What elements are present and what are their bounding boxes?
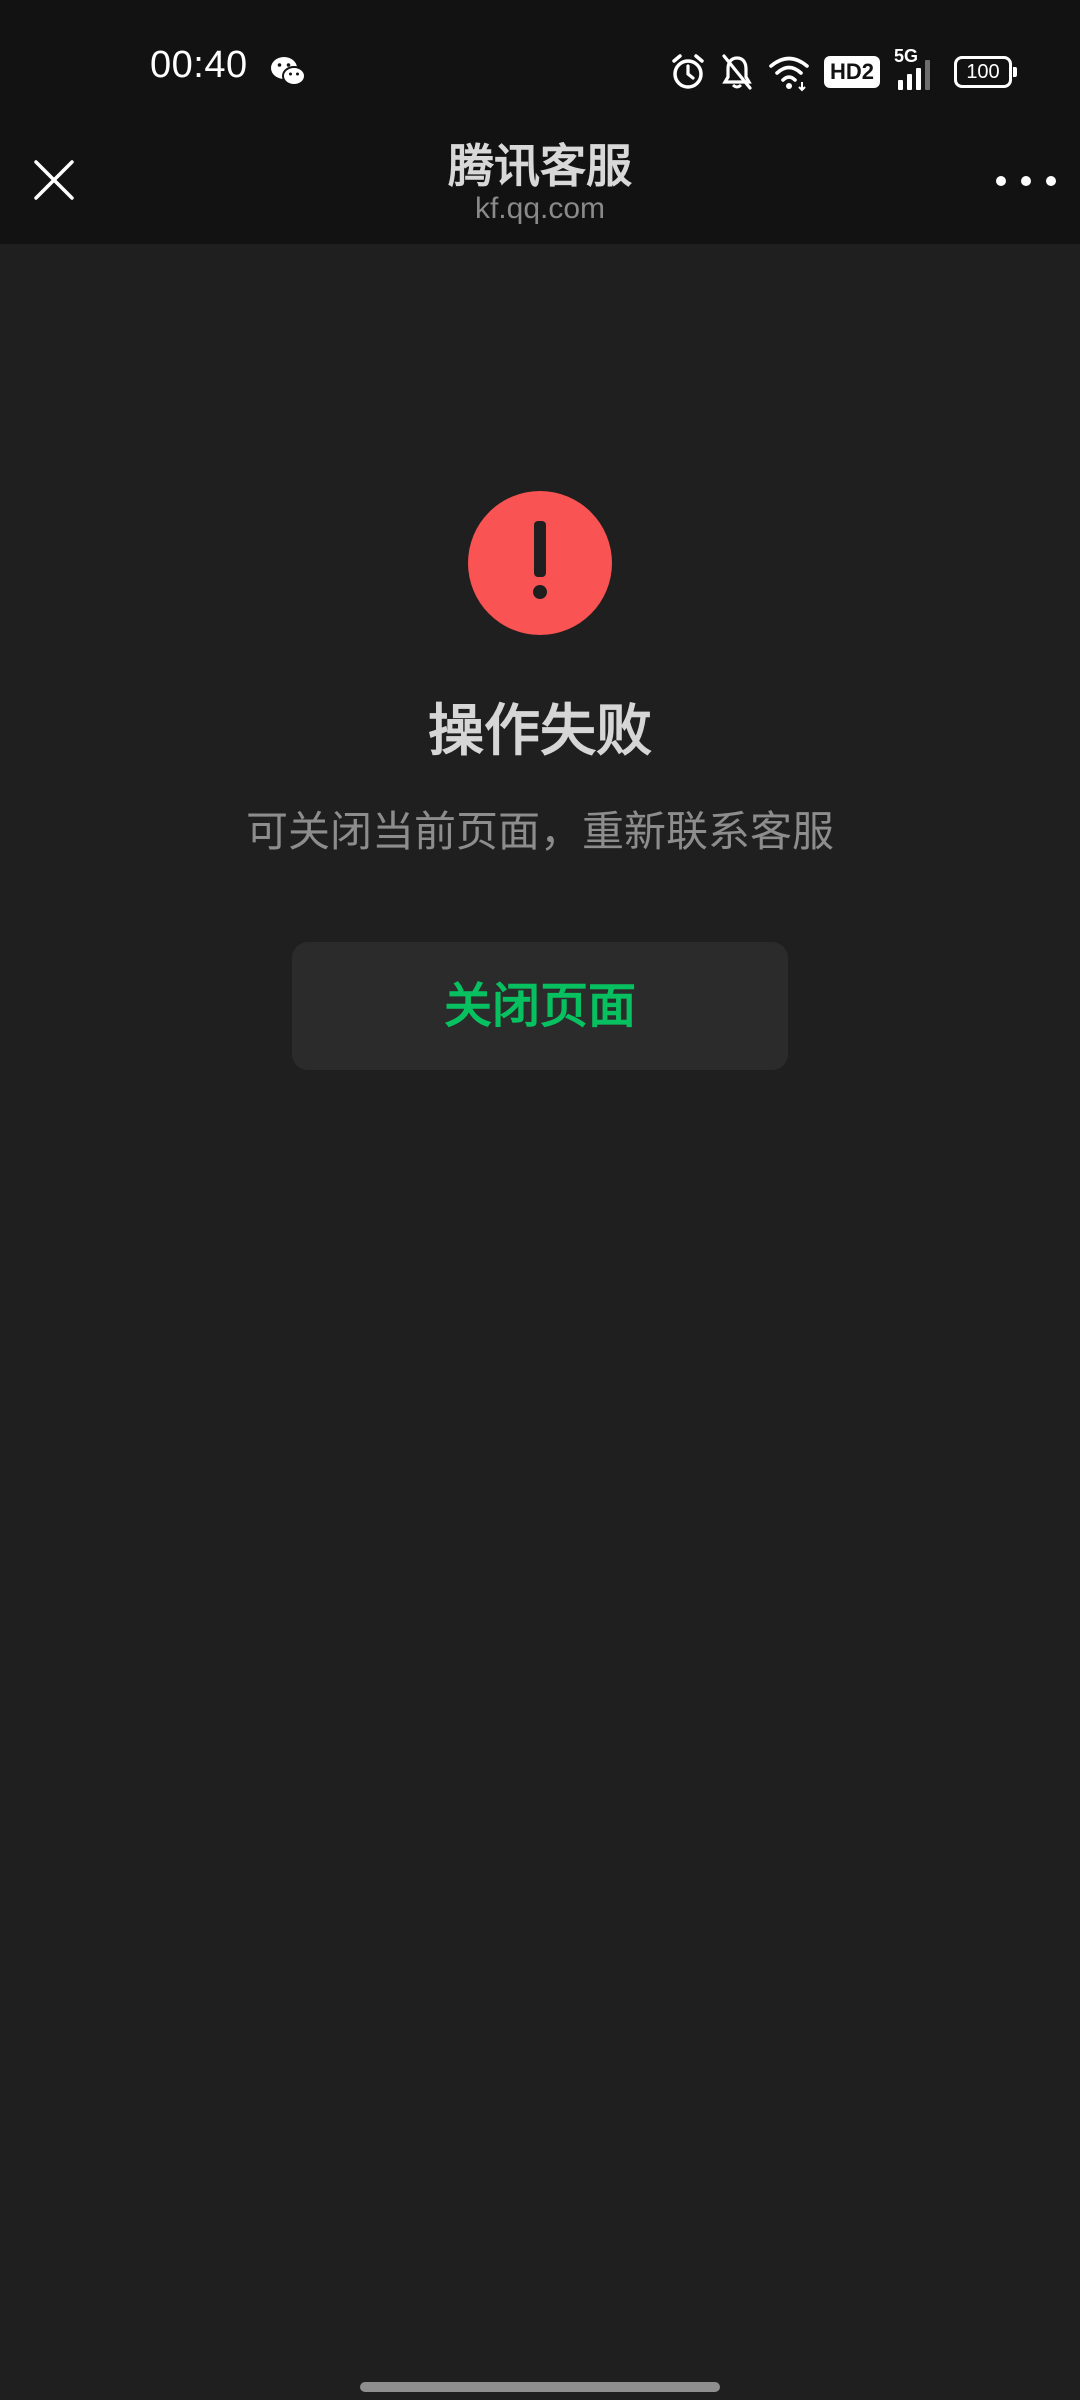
battery-icon: 100 (954, 56, 1017, 88)
more-dot (1046, 176, 1056, 186)
status-bar: 00:40 HD2 5G 100 (0, 0, 1080, 122)
status-time: 00:40 (150, 44, 248, 86)
more-icon[interactable] (996, 156, 1056, 206)
warning-bar (534, 521, 546, 577)
status-icons: HD2 5G 100 (670, 46, 1017, 94)
more-dot (996, 176, 1006, 186)
nav-bar: 腾讯客服 kf.qq.com (0, 122, 1080, 244)
wechat-icon (271, 57, 306, 86)
result-description: 可关闭当前页面，重新联系客服 (245, 807, 834, 856)
signal-icon: 5G (894, 46, 940, 92)
screen: 00:40 HD2 5G 100 腾讯客服 kf.qq.com 操作失败 可关闭… (0, 0, 1080, 2400)
page-domain: kf.qq.com (474, 192, 606, 225)
alarm-icon (672, 54, 704, 89)
result-title: 操作失败 (428, 699, 652, 764)
hd-icon: HD2 (823, 56, 880, 88)
more-dot (1021, 176, 1031, 186)
warning-icon (468, 491, 612, 635)
wifi-icon (769, 56, 809, 92)
bell-muted-icon (722, 54, 752, 90)
home-indicator[interactable] (360, 2382, 720, 2392)
warning-dot (533, 585, 547, 599)
close-page-button[interactable]: 关闭页面 (292, 942, 788, 1070)
page-title: 腾讯客服 (448, 139, 632, 193)
